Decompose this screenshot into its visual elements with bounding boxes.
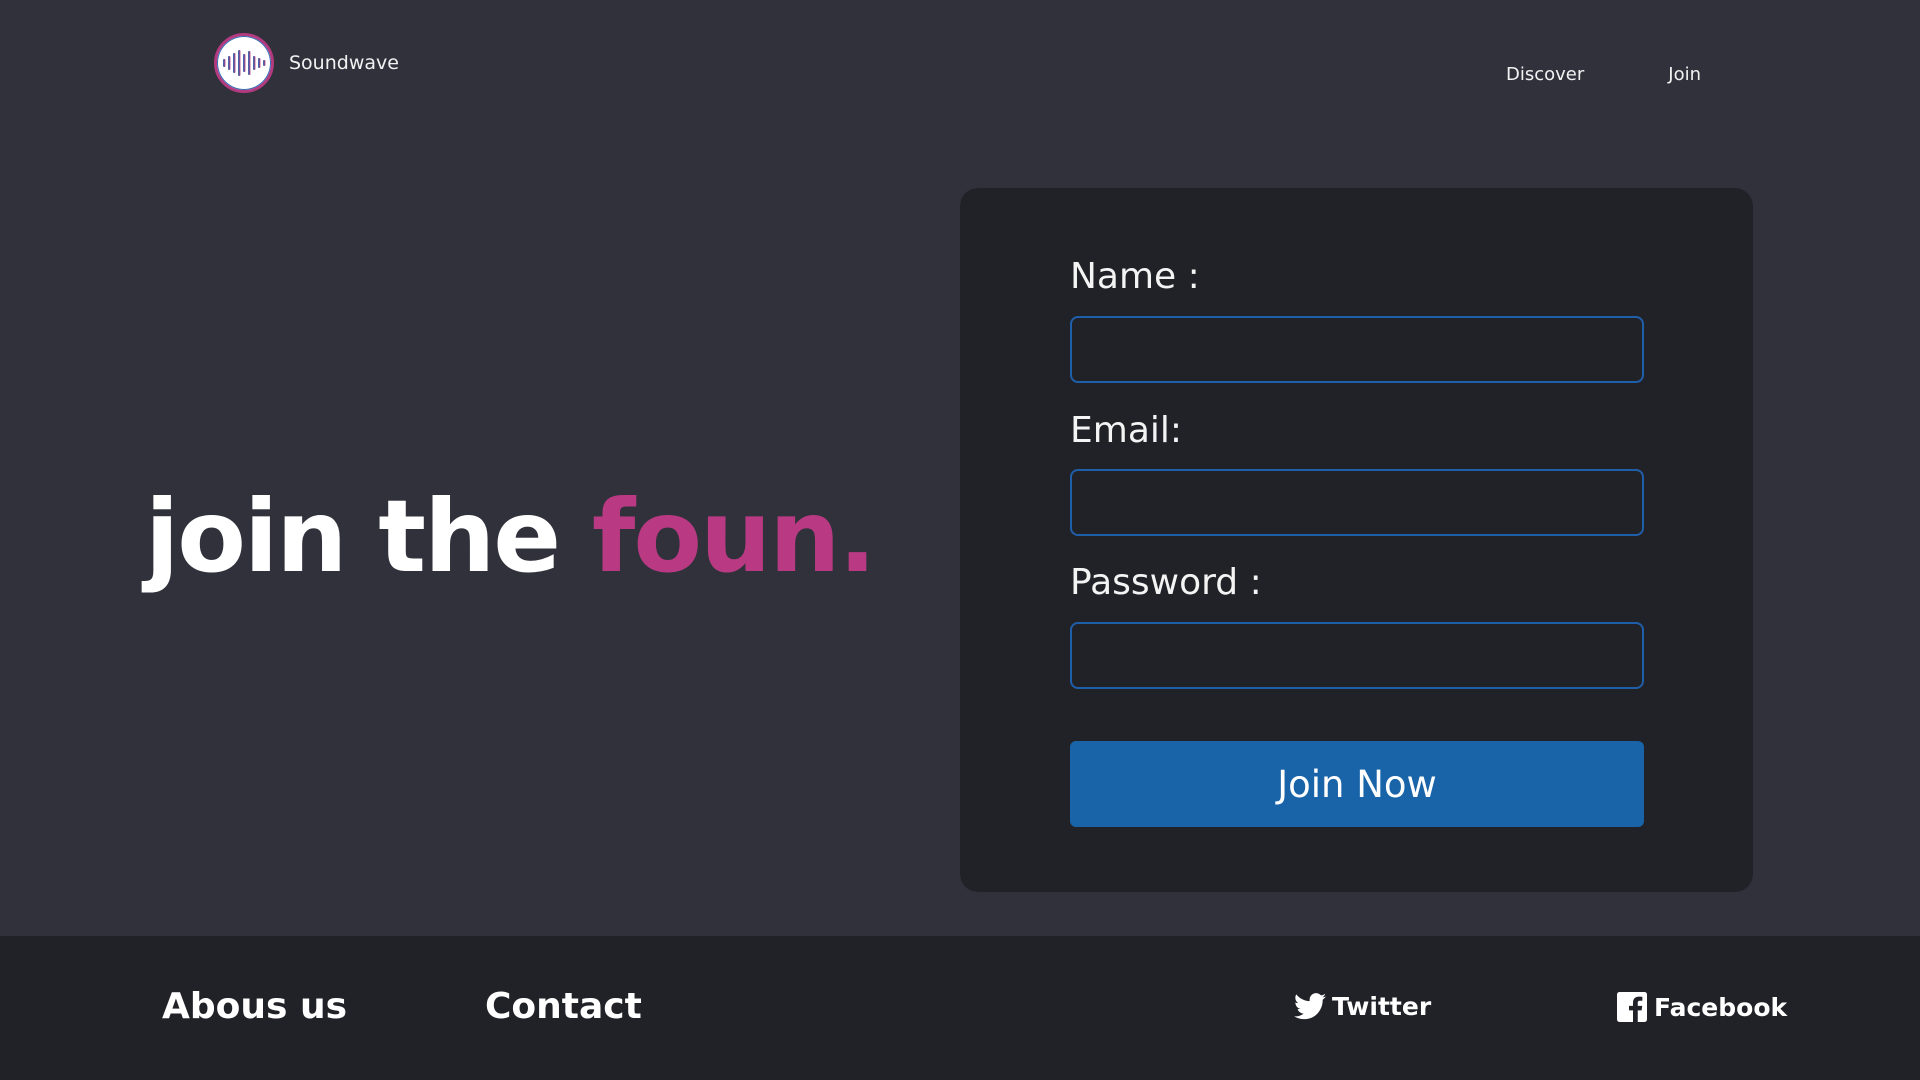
facebook-link[interactable]: Facebook xyxy=(1616,992,1787,1022)
twitter-link[interactable]: Twitter xyxy=(1294,992,1431,1021)
twitter-icon xyxy=(1294,993,1326,1020)
name-label: Name : xyxy=(1070,256,1200,297)
hero-accent-text: foun. xyxy=(591,478,877,595)
brand-name: Soundwave xyxy=(289,52,399,74)
facebook-label: Facebook xyxy=(1654,992,1788,1022)
join-now-button[interactable]: Join Now xyxy=(1070,741,1644,827)
join-form: Name : Email: Password : Join Now xyxy=(960,188,1753,892)
password-input[interactable] xyxy=(1070,622,1644,689)
facebook-icon xyxy=(1617,992,1647,1022)
soundwave-logo-icon xyxy=(214,33,274,93)
top-nav: Discover Join xyxy=(1506,64,1701,85)
nav-discover-link[interactable]: Discover xyxy=(1506,64,1584,85)
twitter-label: Twitter xyxy=(1332,992,1432,1021)
name-input[interactable] xyxy=(1070,316,1644,383)
footer: Abous us Contact Twitter Facebook xyxy=(0,936,1920,1080)
password-label: Password : xyxy=(1070,562,1262,603)
brand-logo[interactable]: Soundwave xyxy=(214,33,399,93)
nav-join-link[interactable]: Join xyxy=(1668,64,1701,85)
email-label: Email: xyxy=(1070,410,1183,451)
hero-heading: join the foun. xyxy=(145,487,876,587)
page: Soundwave Discover Join join the foun. N… xyxy=(0,0,1920,1080)
footer-contact-link[interactable]: Contact xyxy=(485,986,642,1027)
email-input[interactable] xyxy=(1070,469,1644,536)
footer-about-link[interactable]: Abous us xyxy=(162,986,347,1027)
hero-text: join the xyxy=(145,478,561,595)
